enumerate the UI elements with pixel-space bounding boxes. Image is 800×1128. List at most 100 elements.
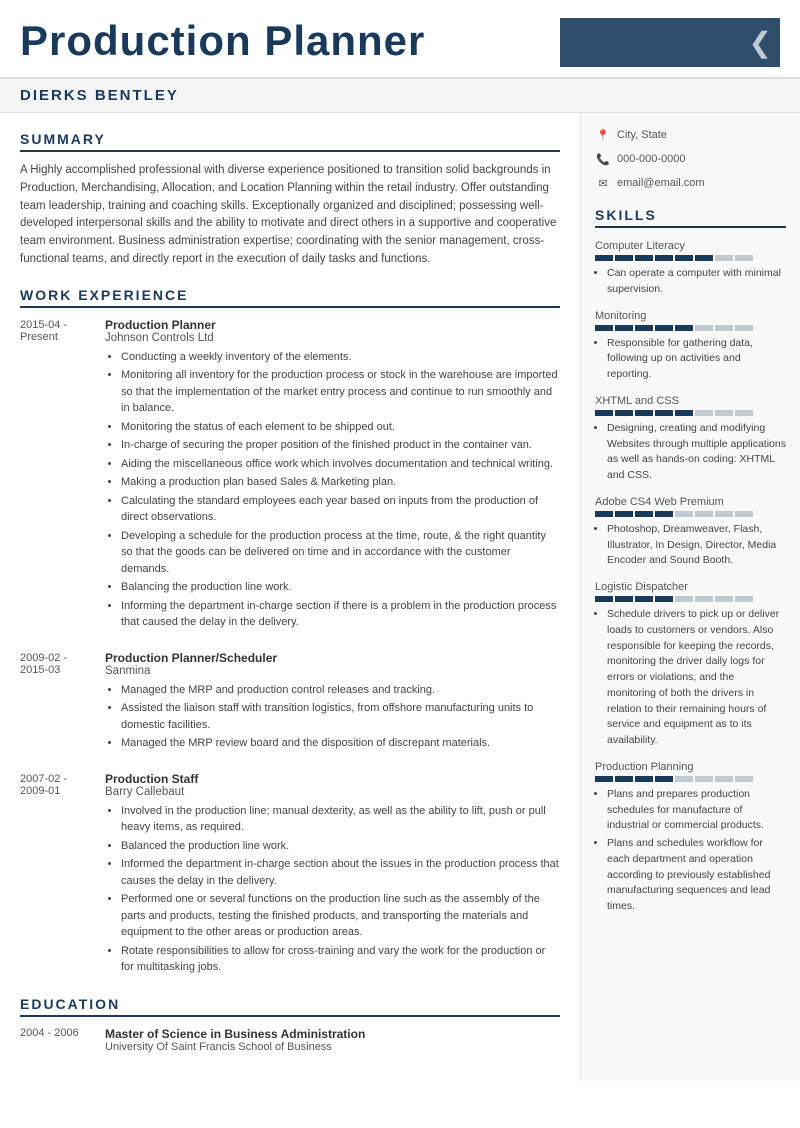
bullet: Monitoring all inventory for the product… bbox=[121, 367, 560, 417]
skill-segment bbox=[735, 776, 753, 782]
name-bar: DIERKS BENTLEY bbox=[0, 79, 800, 113]
job-company-2: Sanmina bbox=[105, 665, 560, 677]
skills-container: Computer Literacy Can operate a computer … bbox=[595, 240, 786, 915]
work-dates-1: 2015-04 - Present bbox=[20, 318, 105, 633]
skill-segment bbox=[695, 596, 713, 602]
skill-segment bbox=[735, 410, 753, 416]
skill-segment bbox=[695, 511, 713, 517]
skill-bar-3 bbox=[595, 511, 786, 517]
bullet: Involved in the production line; manual … bbox=[121, 803, 560, 836]
skill-segment bbox=[655, 325, 673, 331]
skill-segment bbox=[735, 255, 753, 261]
skill-segment bbox=[635, 255, 653, 261]
skill-segment bbox=[675, 776, 693, 782]
skill-segment bbox=[655, 255, 673, 261]
skill-name-4: Logistic Dispatcher bbox=[595, 581, 786, 593]
work-details-1: Production Planner Johnson Controls Ltd … bbox=[105, 318, 560, 633]
bullet: Performed one or several functions on th… bbox=[121, 891, 560, 941]
bullet: Assisted the liaison staff with transiti… bbox=[121, 700, 560, 733]
bullet: In-charge of securing the proper positio… bbox=[121, 437, 560, 454]
work-details-3: Production Staff Barry Callebaut Involve… bbox=[105, 772, 560, 978]
skill-item-0: Computer Literacy Can operate a computer … bbox=[595, 240, 786, 298]
header-accent: ❮ bbox=[560, 18, 780, 67]
skill-bullets-1: Responsible for gathering data, followin… bbox=[595, 336, 786, 383]
skill-segment bbox=[615, 325, 633, 331]
edu-school-1: University Of Saint Francis School of Bu… bbox=[105, 1041, 560, 1053]
edu-item-1: 2004 - 2006 Master of Science in Busines… bbox=[20, 1027, 560, 1053]
skill-item-1: MonitoringResponsible for gathering data… bbox=[595, 310, 786, 383]
chevron-icon: ❮ bbox=[741, 18, 780, 67]
skill-bullet: Schedule drivers to pick up or deliver l… bbox=[607, 607, 786, 749]
skill-segment bbox=[655, 596, 673, 602]
skill-segment bbox=[595, 776, 613, 782]
edu-dates-1: 2004 - 2006 bbox=[20, 1027, 105, 1053]
job-bullets-3: Involved in the production line; manual … bbox=[105, 803, 560, 976]
work-details-2: Production Planner/Scheduler Sanmina Man… bbox=[105, 651, 560, 754]
contact-phone-text: 000-000-0000 bbox=[617, 153, 686, 165]
header-left: Production Planner bbox=[20, 18, 560, 67]
skill-segment bbox=[695, 410, 713, 416]
bullet: Managed the MRP and production control r… bbox=[121, 682, 560, 699]
job-title-2: Production Planner/Scheduler bbox=[105, 651, 560, 665]
skill-segment bbox=[595, 511, 613, 517]
skill-item-5: Production PlanningPlans and prepares pr… bbox=[595, 761, 786, 915]
skill-segment bbox=[695, 255, 713, 261]
skill-segment bbox=[675, 511, 693, 517]
skill-item-4: Logistic Dispatcher Schedule drivers to p… bbox=[595, 581, 786, 749]
skill-bullets-4: Schedule drivers to pick up or deliver l… bbox=[595, 607, 786, 749]
skill-name-3: Adobe CS4 Web Premium bbox=[595, 496, 786, 508]
contact-phone: 📞 000-000-0000 bbox=[595, 151, 786, 167]
skill-bullet: Photoshop, Dreamweaver, Flash, Illustrat… bbox=[607, 522, 786, 569]
skill-segment bbox=[715, 325, 733, 331]
work-item-2: 2009-02 - 2015-03 Production Planner/Sch… bbox=[20, 651, 560, 754]
skills-heading: SKILLS bbox=[595, 207, 786, 228]
skill-segment bbox=[675, 255, 693, 261]
skill-bullets-0: Can operate a computer with minimal supe… bbox=[595, 266, 786, 298]
skill-segment bbox=[635, 325, 653, 331]
job-company-1: Johnson Controls Ltd bbox=[105, 332, 560, 344]
skill-segment bbox=[595, 410, 613, 416]
skill-segment bbox=[735, 325, 753, 331]
summary-text: A Highly accomplished professional with … bbox=[20, 162, 560, 269]
contact-location: 📍 City, State bbox=[595, 127, 786, 143]
skill-bar-5 bbox=[595, 776, 786, 782]
edu-degree-1: Master of Science in Business Administra… bbox=[105, 1027, 560, 1041]
skill-bullet: Plans and schedules workflow for each de… bbox=[607, 836, 786, 915]
bullet: Balanced the production line work. bbox=[121, 838, 560, 855]
skill-segment bbox=[595, 596, 613, 602]
skill-segment bbox=[675, 410, 693, 416]
skill-item-3: Adobe CS4 Web Premium Photoshop, Dreamwea… bbox=[595, 496, 786, 569]
skill-segment bbox=[635, 776, 653, 782]
skill-name-2: XHTML and CSS bbox=[595, 395, 786, 407]
bullet: Making a production plan based Sales & M… bbox=[121, 474, 560, 491]
skill-segment bbox=[715, 776, 733, 782]
skill-segment bbox=[615, 596, 633, 602]
skill-segment bbox=[615, 511, 633, 517]
job-title-3: Production Staff bbox=[105, 772, 560, 786]
edu-details-1: Master of Science in Business Administra… bbox=[105, 1027, 560, 1053]
main-content: SUMMARY A Highly accomplished profession… bbox=[0, 113, 800, 1081]
skill-name-0: Computer Literacy bbox=[595, 240, 786, 252]
work-item-1: 2015-04 - Present Production Planner Joh… bbox=[20, 318, 560, 633]
email-icon: ✉ bbox=[595, 175, 611, 191]
bullet: Rotate responsibilities to allow for cro… bbox=[121, 943, 560, 976]
bullet: Conducting a weekly inventory of the ele… bbox=[121, 349, 560, 366]
skill-bar-2 bbox=[595, 410, 786, 416]
skill-segment bbox=[675, 325, 693, 331]
contact-location-text: City, State bbox=[617, 129, 667, 141]
bullet: Managed the MRP review board and the dis… bbox=[121, 735, 560, 752]
skill-segment bbox=[655, 511, 673, 517]
job-company-3: Barry Callebaut bbox=[105, 786, 560, 798]
skill-bullet: Designing, creating and modifying Websit… bbox=[607, 421, 786, 484]
skill-bar-0 bbox=[595, 255, 786, 261]
location-icon: 📍 bbox=[595, 127, 611, 143]
job-title-1: Production Planner bbox=[105, 318, 560, 332]
skill-segment bbox=[715, 410, 733, 416]
phone-icon: 📞 bbox=[595, 151, 611, 167]
skill-segment bbox=[635, 410, 653, 416]
skill-segment bbox=[715, 511, 733, 517]
job-bullets-2: Managed the MRP and production control r… bbox=[105, 682, 560, 752]
skill-segment bbox=[635, 511, 653, 517]
bullet: Balancing the production line work. bbox=[121, 579, 560, 596]
work-experience-heading: WORK EXPERIENCE bbox=[20, 287, 560, 308]
